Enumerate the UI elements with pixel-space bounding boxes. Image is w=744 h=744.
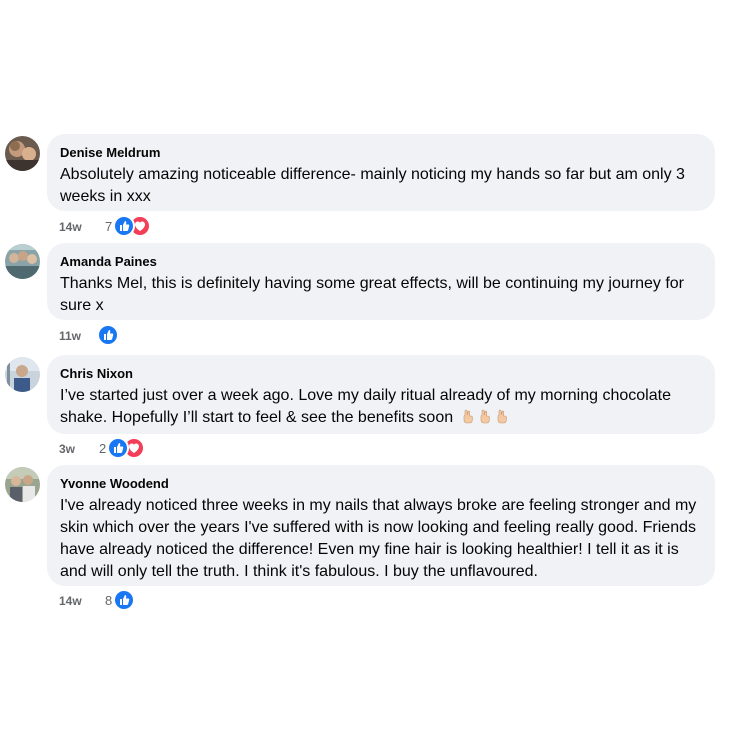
reaction-count: 2 <box>99 440 107 456</box>
comment-text: I’ve started just over a week ago. Love … <box>60 385 703 429</box>
crossed-fingers-icon <box>478 408 492 424</box>
comment-author[interactable]: Yvonne Woodend <box>60 476 703 492</box>
reaction-summary[interactable]: 2 <box>99 437 146 459</box>
reaction-summary[interactable] <box>97 324 119 346</box>
comment-author[interactable]: Denise Meldrum <box>60 145 703 161</box>
comment-author[interactable]: Chris Nixon <box>60 366 703 382</box>
comment-text: I've already noticed three weeks in my n… <box>60 497 697 580</box>
comment-author[interactable]: Amanda Paines <box>60 254 703 270</box>
reaction-count: 7 <box>105 218 113 234</box>
comment-timestamp[interactable]: 3w <box>59 442 75 456</box>
like-icon <box>107 437 130 459</box>
reaction-summary[interactable]: 7 <box>105 215 152 237</box>
avatar[interactable] <box>5 357 40 392</box>
comment-timestamp[interactable]: 11w <box>59 329 81 343</box>
comment-timestamp[interactable]: 14w <box>59 220 82 234</box>
comment-bubble: Amanda Paines Thanks Mel, this is defini… <box>47 243 715 320</box>
comment-text: Thanks Mel, this is definitely having so… <box>60 275 684 314</box>
avatar[interactable] <box>5 467 40 502</box>
comment-bubble: Denise Meldrum Absolutely amazing notice… <box>47 134 715 211</box>
crossed-fingers-icon <box>461 408 475 424</box>
crossed-fingers-icon <box>495 408 509 424</box>
like-icon <box>97 324 119 346</box>
reaction-summary[interactable]: 8 <box>105 589 136 611</box>
avatar[interactable] <box>5 136 40 171</box>
comment-timestamp[interactable]: 14w <box>59 594 82 608</box>
comment-text-body: I’ve started just over a week ago. Love … <box>60 387 671 426</box>
avatar[interactable] <box>5 244 40 279</box>
comment-text: Absolutely amazing noticeable difference… <box>60 166 685 205</box>
comment-bubble: Yvonne Woodend I've already noticed thre… <box>47 465 715 586</box>
like-icon <box>113 589 136 611</box>
reaction-count: 8 <box>105 592 113 608</box>
comment-bubble: Chris Nixon I’ve started just over a wee… <box>47 355 715 434</box>
like-icon <box>113 215 136 237</box>
